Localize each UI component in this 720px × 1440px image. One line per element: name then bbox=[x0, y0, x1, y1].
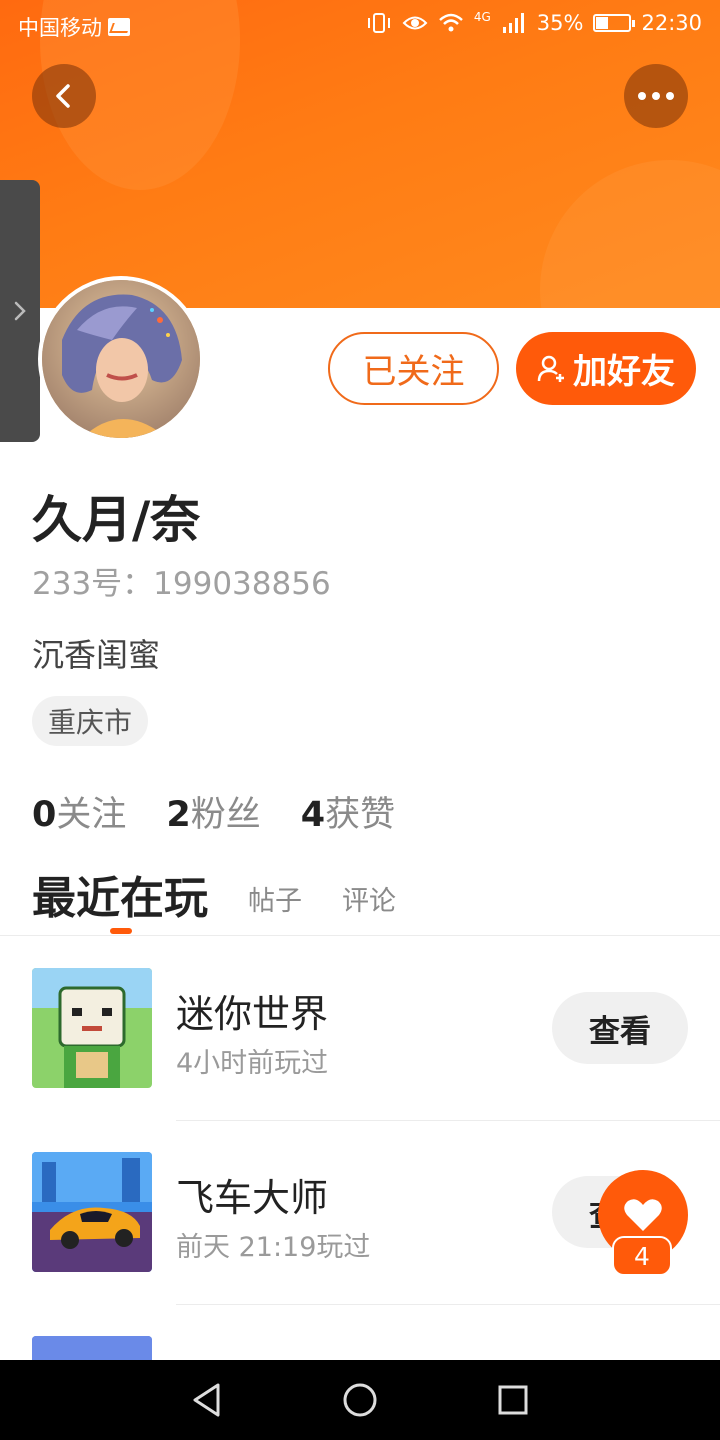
status-icons: 4G 35% 22:30 bbox=[366, 10, 702, 35]
game-title: 飞车大师 bbox=[176, 1176, 329, 1220]
signal-icon bbox=[502, 13, 524, 33]
stat-number: 2 bbox=[166, 795, 191, 835]
profile-name: 久月/奈 bbox=[32, 491, 201, 549]
eye-icon bbox=[402, 16, 428, 30]
clock: 22:30 bbox=[641, 11, 702, 35]
vibrate-icon bbox=[367, 13, 390, 33]
nav-home-button[interactable] bbox=[330, 1370, 390, 1430]
tab-comments[interactable]: 评论 bbox=[342, 879, 396, 926]
stat-likes[interactable]: 4获赞 bbox=[301, 786, 395, 837]
square-recents-icon bbox=[498, 1385, 528, 1415]
add-friend-label: 加好友 bbox=[573, 352, 675, 392]
profile-bio: 沉香闺蜜 bbox=[32, 636, 161, 674]
nav-recents-button[interactable] bbox=[483, 1370, 543, 1430]
battery-level bbox=[596, 17, 609, 29]
more-horizontal-icon bbox=[638, 92, 674, 100]
battery-percent: 35% bbox=[536, 11, 584, 35]
stat-fans[interactable]: 2粉丝 bbox=[166, 786, 260, 837]
avatar-image bbox=[42, 280, 200, 438]
game-last-played: 4小时前玩过 bbox=[176, 1048, 329, 1079]
chevron-left-icon bbox=[56, 84, 70, 108]
profile-uid: 233号：199038856 bbox=[32, 566, 331, 602]
back-button[interactable] bbox=[32, 64, 96, 128]
network-type: 4G bbox=[473, 10, 491, 24]
profile-tabs: 最近在玩 帖子 评论 bbox=[32, 862, 396, 934]
chevron-right-icon bbox=[14, 301, 26, 321]
status-bar: 中国移动 4G 35% 22:30 bbox=[0, 0, 720, 50]
heart-icon bbox=[624, 1199, 662, 1231]
like-count-badge: 4 bbox=[612, 1236, 672, 1276]
followed-label: 已关注 bbox=[362, 352, 465, 392]
activity-icon bbox=[108, 18, 130, 36]
triangle-back-icon bbox=[193, 1383, 220, 1417]
tab-indicator bbox=[110, 928, 132, 934]
nav-back-button[interactable] bbox=[177, 1370, 237, 1430]
game-thumbnail bbox=[32, 968, 152, 1088]
location-badge: 重庆市 bbox=[32, 696, 149, 746]
game-thumbnail bbox=[32, 1152, 152, 1272]
banner-decoration bbox=[540, 160, 720, 308]
game-last-played: 前天 21:19玩过 bbox=[176, 1232, 371, 1263]
stat-label: 获赞 bbox=[325, 795, 396, 835]
followed-button[interactable]: 已关注 bbox=[328, 332, 499, 405]
stats-row: 0关注 2粉丝 4获赞 bbox=[32, 786, 395, 837]
add-user-icon bbox=[537, 355, 564, 382]
tab-posts[interactable]: 帖子 bbox=[248, 879, 302, 926]
stat-following[interactable]: 0关注 bbox=[32, 786, 126, 837]
carrier-group: 中国移动 bbox=[18, 12, 130, 42]
carrier-name: 中国移动 bbox=[18, 16, 102, 40]
game-title: 迷你世界 bbox=[176, 992, 329, 1036]
game-item-mini-world[interactable]: 迷你世界 4小时前玩过 查看 bbox=[0, 937, 720, 1121]
circle-home-icon bbox=[343, 1383, 377, 1417]
stat-label: 粉丝 bbox=[190, 795, 261, 835]
system-nav-bar bbox=[0, 1360, 720, 1440]
stat-number: 0 bbox=[32, 795, 57, 835]
side-drawer-handle[interactable] bbox=[0, 180, 40, 442]
stat-label: 关注 bbox=[56, 795, 127, 835]
divider bbox=[0, 935, 720, 936]
tab-recently-played[interactable]: 最近在玩 bbox=[32, 862, 208, 934]
wifi-icon bbox=[439, 13, 463, 32]
view-button[interactable]: 查看 bbox=[552, 992, 688, 1064]
battery-icon bbox=[593, 14, 636, 32]
add-friend-button[interactable]: 加好友 bbox=[516, 332, 696, 405]
tab-label: 最近在玩 bbox=[32, 873, 208, 924]
more-button[interactable] bbox=[624, 64, 688, 128]
avatar[interactable] bbox=[38, 276, 204, 442]
stat-number: 4 bbox=[300, 795, 326, 835]
